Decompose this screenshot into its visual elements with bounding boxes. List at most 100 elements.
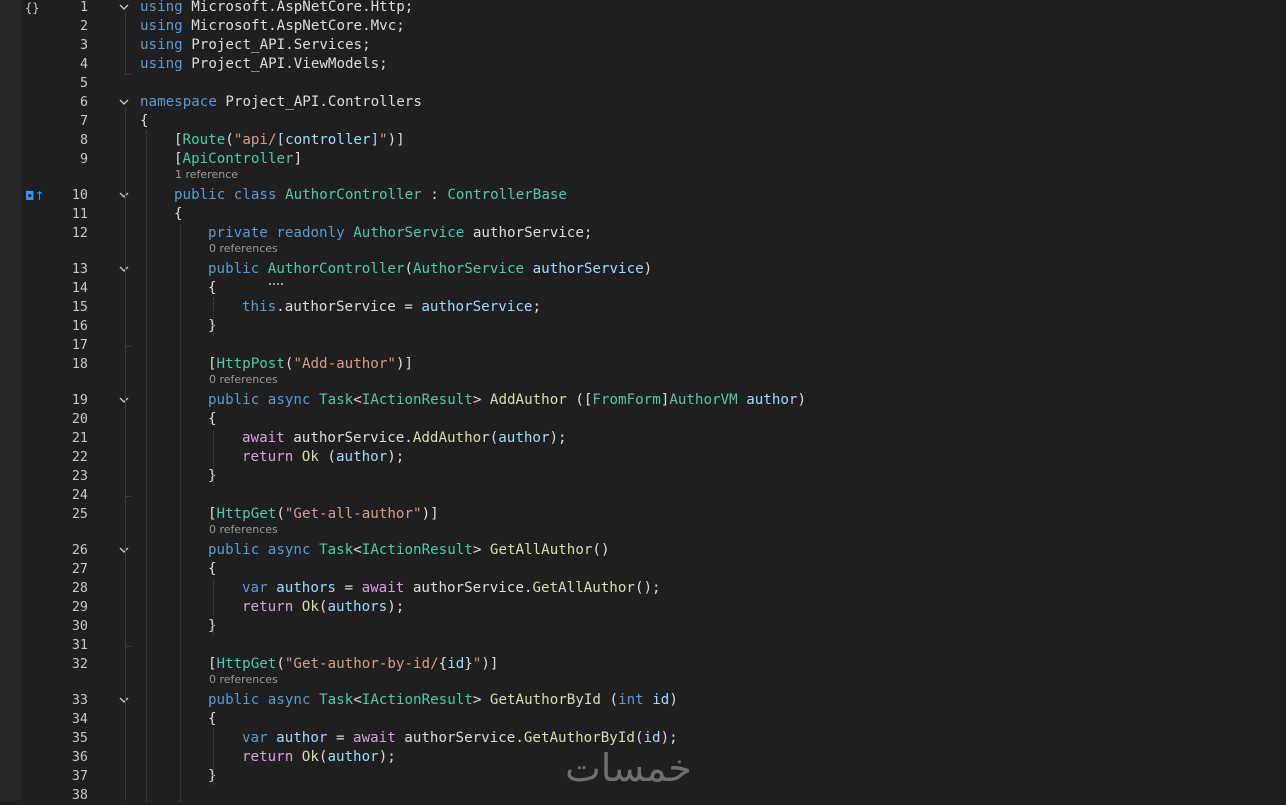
code-token: AuthorController <box>285 187 422 203</box>
code-token: await <box>353 730 396 746</box>
code-token: await <box>242 430 285 446</box>
chevron-down-icon[interactable] <box>119 395 129 405</box>
code-line[interactable]: 16} <box>0 317 1286 336</box>
code-line[interactable]: 3 using Project_API.Services; <box>0 36 1286 55</box>
code-line[interactable]: 14 { <box>0 279 1286 298</box>
code-line[interactable]: 6 namespace Project_API.Controllers <box>0 93 1286 112</box>
code-token: Ok <box>301 449 319 465</box>
line-number: 11 <box>71 207 88 222</box>
line-number: 38 <box>71 788 88 803</box>
code-line[interactable]: 12 private readonly AuthorService authorS… <box>0 224 1286 243</box>
chevron-down-icon[interactable] <box>119 2 129 12</box>
line-number: 37 <box>71 769 88 784</box>
code-line[interactable]: 7{ <box>0 112 1286 131</box>
code-line[interactable]: 15 this.authorService = authorService; <box>0 298 1286 317</box>
code-token: public <box>208 692 260 708</box>
codelens-references[interactable]: 0 references <box>209 522 278 537</box>
line-number: 19 <box>71 393 88 408</box>
line-number: 12 <box>71 226 88 241</box>
fold-region-end <box>125 346 131 347</box>
code-line[interactable]: 20 { <box>0 410 1286 429</box>
code-line[interactable]: 18 [HttpPost("Add-author")] <box>0 355 1286 374</box>
code-line[interactable]: 31 <box>0 636 1286 655</box>
codelens-references[interactable]: 0 references <box>209 372 278 387</box>
code-token: ( <box>225 132 234 148</box>
code-token: authorService. <box>284 430 413 446</box>
code-line[interactable]: 2 using Microsoft.AspNetCore.Mvc; <box>0 17 1286 36</box>
line-number: 27 <box>71 562 88 577</box>
indent-guide <box>213 729 214 786</box>
chevron-down-icon[interactable] <box>119 264 129 274</box>
code-line[interactable]: 4 using Project_API.ViewModels; <box>0 55 1286 74</box>
code-text: public async Task<IActionResult> AddAuth… <box>208 391 806 410</box>
code-line[interactable]: 27 { <box>0 560 1286 579</box>
indent-guide <box>213 579 214 636</box>
codelens-references[interactable]: 0 references <box>209 241 278 256</box>
line-number: 2 <box>79 19 88 34</box>
code-text: var authors = await authorService.GetAll… <box>242 579 661 598</box>
code-token: Project_API.ViewModels; <box>182 56 388 72</box>
code-token: GetAuthorById <box>489 692 601 708</box>
code-token: AuthorVM <box>669 392 738 408</box>
code-token: ) <box>643 261 653 277</box>
code-token: id <box>643 730 661 746</box>
code-token: "Get-all-author" <box>284 506 422 522</box>
code-token: using <box>140 18 183 34</box>
code-line[interactable]: 33 public async Task<IActionResult> GetAu… <box>0 691 1286 710</box>
code-line[interactable]: 11 { <box>0 205 1286 224</box>
chevron-down-icon[interactable] <box>119 190 129 200</box>
code-token: )] <box>421 506 439 522</box>
code-line[interactable]: 34 { <box>0 710 1286 729</box>
codelens-references[interactable]: 0 references <box>209 672 278 687</box>
codelens-references[interactable]: 1 reference <box>175 167 238 182</box>
code-text: { <box>174 205 183 224</box>
code-token: IActionResult <box>361 692 473 708</box>
chevron-down-icon[interactable] <box>119 695 129 705</box>
code-line[interactable]: 8 [Route("api/[controller]")] <box>0 131 1286 150</box>
code-token: ( <box>404 261 414 277</box>
code-token: ControllerBase <box>447 187 567 203</box>
code-line[interactable]: 5 <box>0 74 1286 93</box>
code-token: authorService; <box>464 225 593 241</box>
line-number: 5 <box>79 76 88 91</box>
code-token: [controller] <box>276 132 380 148</box>
chevron-down-icon[interactable] <box>119 545 129 555</box>
line-number: 34 <box>71 712 88 727</box>
line-number: 31 <box>71 638 88 653</box>
code-token: : <box>421 187 448 203</box>
code-line[interactable]: 32 [HttpGet("Get-author-by-id/{id}")] <box>0 655 1286 674</box>
code-line[interactable]: 22 return Ok (author); <box>0 448 1286 467</box>
indent-guide <box>146 131 147 801</box>
code-line[interactable]: 19 public async Task<IActionResult> AddAu… <box>0 391 1286 410</box>
code-line[interactable]: 23} <box>0 467 1286 486</box>
code-line[interactable]: 25 [HttpGet("Get-all-author")] <box>0 505 1286 524</box>
code-token: await <box>361 580 405 596</box>
code-line[interactable]: 28 var authors = await authorService.GetA… <box>0 579 1286 598</box>
code-line[interactable]: 30} <box>0 617 1286 636</box>
code-line[interactable]: 17 <box>0 336 1286 355</box>
line-number: 17 <box>71 338 88 353</box>
code-editor[interactable]: {} ◘↑ 1 using Microsoft.AspNetCore.Http; 2… <box>0 0 1286 803</box>
code-line[interactable]: 26 public async Task<IActionResult> GetAl… <box>0 541 1286 560</box>
code-text: this.authorService = authorService; <box>242 298 541 317</box>
line-number: 14 <box>71 281 88 296</box>
chevron-down-icon[interactable] <box>119 97 129 107</box>
code-line[interactable]: 13 public AuthorController(AuthorService … <box>0 260 1286 279</box>
line-number: 30 <box>71 619 88 634</box>
code-token: ( <box>276 506 285 522</box>
code-token: } <box>464 656 473 672</box>
code-text: { <box>208 710 217 729</box>
code-line[interactable]: 29 return Ok(authors); <box>0 598 1286 617</box>
code-token: ); <box>378 749 396 765</box>
code-line[interactable]: 10 public class AuthorController : Contro… <box>0 186 1286 205</box>
code-line[interactable]: 1 using Microsoft.AspNetCore.Http; <box>0 0 1286 17</box>
code-line[interactable]: 24 <box>0 486 1286 505</box>
code-line[interactable]: 21 await authorService.AddAuthor(author); <box>0 429 1286 448</box>
code-token: public <box>208 542 260 558</box>
code-token: AuthorController <box>267 261 405 277</box>
line-number: 26 <box>71 543 88 558</box>
